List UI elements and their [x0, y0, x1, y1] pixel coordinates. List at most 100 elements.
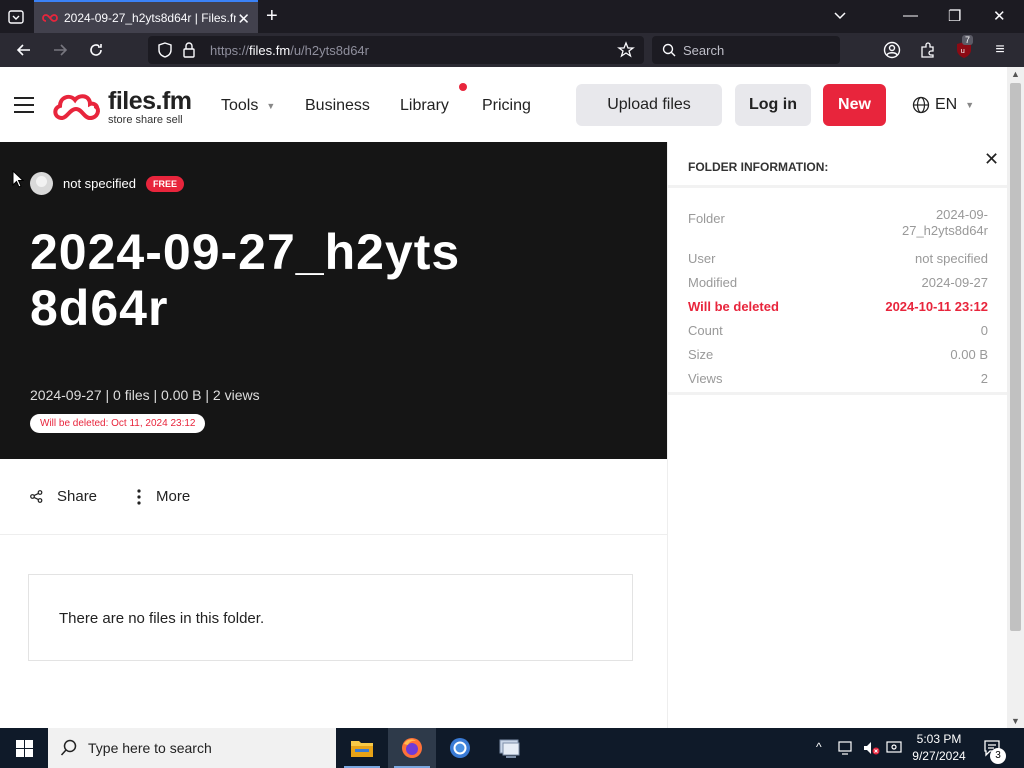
extensions-puzzle-icon[interactable] [917, 39, 939, 61]
reload-icon[interactable] [85, 39, 107, 61]
account-icon[interactable] [881, 39, 903, 61]
nav-pricing[interactable]: Pricing [482, 97, 531, 115]
library-notification-dot [459, 83, 467, 91]
search-icon [662, 43, 676, 57]
address-bar[interactable]: https://files.fm/u/h2yts8d64r [148, 36, 644, 64]
info-row-folder: Folder 2024-09-27_h2yts8d64r [688, 207, 988, 239]
language-selector[interactable]: EN ▼ [912, 96, 974, 114]
logo-tagline: store share sell [108, 114, 183, 126]
info-panel-header: FOLDER INFORMATION: ✕ [668, 142, 1007, 188]
web-page: files.fm store share sell Tools ▼ Busines… [0, 67, 1007, 728]
minimize-icon[interactable]: — [903, 7, 918, 24]
url-text: https://files.fm/u/h2yts8d64r [210, 43, 369, 58]
windows-logo-icon [15, 739, 33, 757]
login-button[interactable]: Log in [735, 84, 811, 126]
taskbar-clock[interactable]: 5:03 PM 9/27/2024 [900, 731, 978, 765]
hamburger-menu-icon[interactable] [14, 97, 34, 113]
scroll-up-arrow-icon[interactable]: ▲ [1011, 69, 1020, 79]
clock-date: 9/27/2024 [912, 749, 966, 763]
folder-info-panel: FOLDER INFORMATION: ✕ Folder 2024-09-27_… [667, 142, 1007, 728]
folder-actions: Share More [0, 459, 667, 535]
nav-library[interactable]: Library [400, 97, 449, 115]
empty-folder-notice: There are no files in this folder. [28, 574, 633, 661]
back-icon[interactable] [13, 39, 35, 61]
info-key: Size [688, 347, 714, 362]
nav-tools[interactable]: Tools ▼ [221, 97, 275, 115]
browser-tab-active[interactable]: 2024-09-27_h2yts8d64r | Files.fm ✕ [34, 0, 258, 33]
browser-navbar: https://files.fm/u/h2yts8d64r Search u 7… [0, 33, 1024, 67]
folder-hero: not specified FREE 2024-09-27_h2yts8d64r… [0, 142, 667, 459]
site-header: files.fm store share sell Tools ▼ Busines… [0, 67, 1007, 142]
tab-title: 2024-09-27_h2yts8d64r | Files.fm [64, 10, 236, 25]
more-label: More [156, 488, 191, 505]
taskbar-search-box[interactable]: Type here to search [48, 728, 336, 768]
file-explorer-icon[interactable] [338, 728, 386, 768]
info-value: 2024-09-27 [921, 275, 989, 290]
scroll-down-arrow-icon[interactable]: ▼ [1011, 716, 1020, 726]
owner-name: not specified [63, 176, 136, 191]
language-code: EN [935, 96, 958, 113]
avatar [30, 172, 53, 195]
plan-badge: FREE [146, 175, 185, 192]
info-value: 2024-10-11 23:12 [885, 299, 988, 314]
firefox-icon[interactable] [388, 728, 436, 768]
network-app-icon[interactable] [486, 728, 534, 768]
share-icon [30, 490, 43, 503]
tray-overflow-chevron-icon[interactable]: ^ [816, 740, 822, 754]
restore-icon[interactable]: ❐ [948, 7, 961, 25]
upload-files-button[interactable]: Upload files [576, 84, 722, 126]
info-key: Will be deleted [688, 299, 779, 314]
tab-close-icon[interactable]: ✕ [237, 10, 250, 28]
chrome-icon[interactable] [436, 728, 484, 768]
info-key: Count [688, 323, 723, 338]
info-value: 2 [980, 371, 988, 386]
extension-count-badge: 7 [962, 35, 974, 45]
window-close-icon[interactable]: ✕ [993, 7, 1006, 25]
info-key: User [688, 251, 716, 266]
app-menu-icon[interactable]: ≡ [989, 39, 1011, 61]
browser-tab-strip: 2024-09-27_h2yts8d64r | Files.fm ✕ + — ❐… [0, 0, 1024, 33]
info-value: 0 [980, 323, 988, 338]
new-button[interactable]: New [823, 84, 886, 126]
language-caret-icon: ▼ [965, 100, 975, 110]
more-button[interactable]: More [136, 488, 190, 505]
more-vertical-icon [137, 488, 141, 505]
tab-list-icon[interactable] [6, 7, 26, 27]
info-value: 2024-09-27_h2yts8d64r [901, 207, 988, 238]
network-icon[interactable] [838, 740, 856, 756]
mouse-cursor-icon [12, 170, 24, 188]
info-key: Modified [688, 275, 738, 290]
start-button[interactable] [0, 728, 48, 768]
deletion-notice-badge: Will be deleted: Oct 11, 2024 23:12 [30, 414, 206, 433]
clock-time: 5:03 PM [916, 732, 962, 746]
search-icon [60, 739, 77, 756]
browser-search-box[interactable]: Search [652, 36, 840, 64]
globe-icon [912, 96, 930, 114]
bookmark-star-icon[interactable] [617, 41, 635, 59]
lock-icon[interactable] [182, 42, 196, 58]
files-fm-logo[interactable]: files.fm store share sell [52, 87, 202, 127]
volume-muted-icon[interactable] [862, 740, 880, 756]
share-button[interactable]: Share [30, 488, 97, 505]
folder-meta: 2024-09-27 | 0 files | 0.00 B | 2 views [30, 387, 260, 403]
forward-icon[interactable] [49, 39, 71, 61]
info-value: not specified [915, 251, 988, 266]
page-scrollbar[interactable]: ▲ ▼ [1007, 67, 1024, 728]
notification-count-badge: 3 [990, 748, 1006, 764]
share-label: Share [57, 488, 98, 505]
info-value: 0.00 B [950, 347, 988, 362]
close-icon[interactable]: ✕ [984, 149, 999, 170]
cloud-logo-icon [53, 94, 100, 121]
taskbar-search-placeholder: Type here to search [88, 740, 212, 756]
logo-name: files.fm [108, 87, 192, 115]
scrollbar-thumb[interactable] [1010, 83, 1021, 631]
shield-icon[interactable] [157, 42, 173, 58]
new-tab-icon[interactable]: + [266, 5, 278, 28]
windows-taskbar: Type here to search ^ 5:03 PM 9/27/2024 … [0, 728, 1024, 768]
info-key: Folder [688, 211, 725, 226]
svg-text:u: u [961, 47, 965, 55]
tools-caret-icon: ▼ [266, 100, 276, 111]
tab-overflow-chevron-icon[interactable] [832, 8, 848, 24]
nav-business[interactable]: Business [305, 97, 370, 115]
empty-folder-message: There are no files in this folder. [59, 610, 265, 627]
